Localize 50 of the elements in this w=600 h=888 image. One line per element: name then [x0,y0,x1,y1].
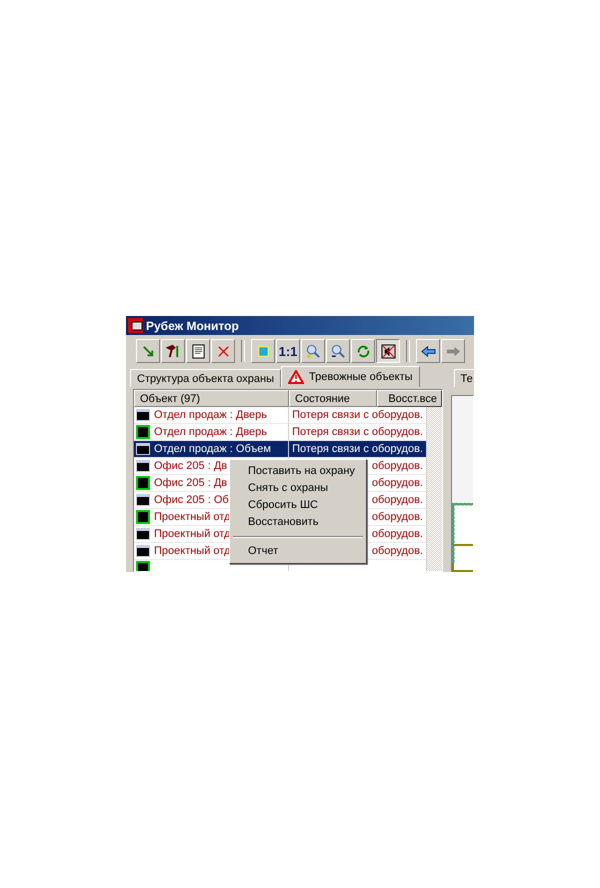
hammer-icon [166,344,180,358]
device-icon [136,545,150,557]
zoom-in-icon [306,344,320,358]
tab[interactable]: Тревожные объекты [281,366,420,387]
speaker-mute-icon [380,344,396,358]
table-cell: Потеря связи с оборудов. [291,426,424,438]
tab[interactable]: Структура объекта охраны [130,369,282,387]
close-icon [216,344,230,358]
table-cell: оборудов. [370,494,424,506]
zoom-out-icon [330,344,346,358]
framed-square-icon [136,425,150,439]
scrollbar-track[interactable] [427,407,442,571]
table-cell: Отдел продаж : Дверь [153,426,268,438]
table-cell: Потеря связи с оборудов. [291,409,424,421]
menu-item[interactable]: Восстановить [232,514,364,531]
menu-item[interactable]: Отчет [232,543,364,560]
table-cell: Офис 205 : Об [153,494,230,506]
table-cell: оборудов. [370,545,424,557]
table-cell: оборудов. [370,511,424,523]
scale-button[interactable]: 1:1 [276,339,300,363]
menu-item[interactable]: Поставить на охрану [232,463,364,480]
column-header[interactable]: Объект (97) [134,390,289,407]
table-cell: Отдел продаж : Объем [153,443,272,455]
window-title: Рубеж Монитор [146,318,239,332]
left-arrow-icon [420,344,436,358]
device-icon [136,460,150,472]
toolbar-button[interactable] [376,339,400,363]
menu-item[interactable]: Снять с охраны [232,480,364,497]
arrow-icon [140,344,156,358]
menu-item[interactable]: Сбросить ШС [232,497,364,514]
device-icon [136,528,150,540]
table-cell: оборудов. [370,528,424,540]
square-icon [256,344,270,358]
document-icon [190,344,206,358]
tab[interactable]: Те [454,369,474,387]
table-cell: Офис 205 : Дв [153,460,228,472]
device-icon [136,443,150,455]
restore-all-button[interactable]: Восст.все [377,390,442,407]
device-icon [136,409,150,421]
refresh-icon [356,344,370,358]
framed-square-icon [136,510,150,524]
device-icon [136,494,150,506]
app-icon [128,318,143,333]
table-cell: оборудов. [370,477,424,489]
framed-square-icon [136,476,150,490]
table-cell: Потеря связи с оборудов. [291,443,424,455]
table-cell: Офис 205 : Дв [153,477,228,489]
table-cell: оборудов. [370,460,424,472]
column-header[interactable]: Состояние [289,390,377,407]
table-cell: Отдел продаж : Дверь [153,409,268,421]
